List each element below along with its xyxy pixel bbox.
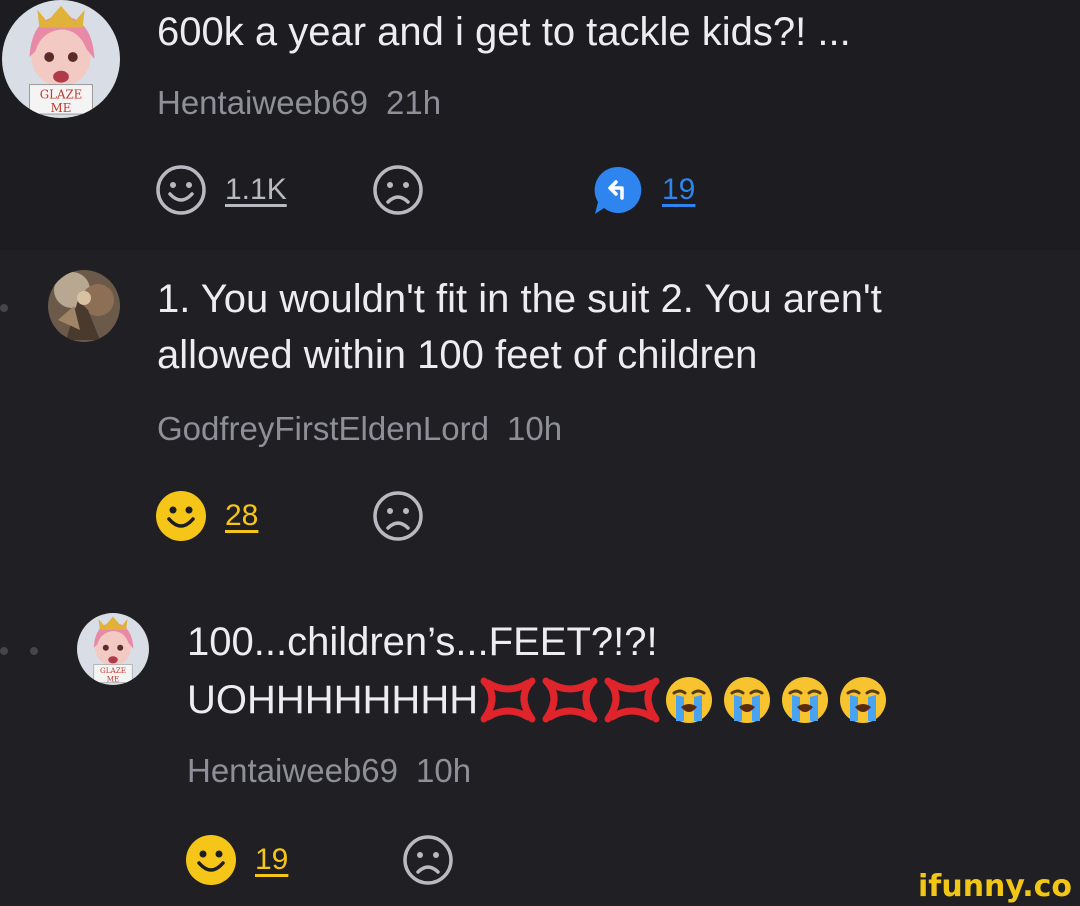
svg-text:ME: ME xyxy=(107,674,120,683)
post-smile-button[interactable]: 1.1K xyxy=(155,164,287,216)
comment-text-line: allowed within 100 feet of children xyxy=(157,333,758,377)
thread-depth-dot xyxy=(30,647,38,655)
frown-icon[interactable] xyxy=(372,164,424,216)
frown-icon[interactable] xyxy=(372,490,424,542)
comment-meta: GodfreyFirstEldenLord 10h xyxy=(157,410,562,448)
crying-emoji xyxy=(840,677,887,724)
comment-author-avatar[interactable] xyxy=(48,270,120,342)
smile-filled-icon xyxy=(186,835,236,885)
post-smile-count: 1.1K xyxy=(225,173,287,206)
comment-author-name[interactable]: GodfreyFirstEldenLord xyxy=(157,410,489,447)
svg-text:GLAZE: GLAZE xyxy=(100,666,126,675)
crying-emoji xyxy=(666,677,713,724)
post-meta: Hentaiweeb69 21h xyxy=(157,84,441,122)
post-author-avatar[interactable]: GLAZE ME xyxy=(2,0,120,118)
post-time: 21h xyxy=(386,84,442,121)
comment-smile-count: 28 xyxy=(225,499,259,532)
anger-emoji xyxy=(480,677,536,723)
ifunny-watermark: ifunny.co xyxy=(918,869,1072,904)
anger-emoji xyxy=(604,677,660,723)
svg-text:ME: ME xyxy=(51,101,72,115)
avatar-image: GLAZE ME xyxy=(77,613,149,685)
post-title: 600k a year and i get to tackle kids?! .… xyxy=(157,10,851,54)
post-reply-count: 19 xyxy=(662,173,696,206)
anger-emoji xyxy=(542,677,598,723)
comment-smile-button[interactable]: 28 xyxy=(155,490,258,542)
reply-text-line-2: UOHHHHHHHH xyxy=(187,672,896,728)
crying-emoji xyxy=(782,677,829,724)
post-header: GLAZE ME 600k a year and i get to tackle… xyxy=(0,0,1080,250)
crying-emoji xyxy=(724,677,771,724)
avatar-image xyxy=(48,270,120,342)
reply-smile-button[interactable]: 19 xyxy=(185,834,288,886)
comment-text: 1. You wouldn't fit in the suit 2. You a… xyxy=(157,271,882,383)
reply-author-avatar[interactable]: GLAZE ME xyxy=(77,613,149,685)
thread-depth-dot xyxy=(0,647,8,655)
comment-time: 10h xyxy=(506,410,563,447)
reply-meta: Hentaiweeb69 10h xyxy=(187,752,471,790)
reply-text-line: 100...children’s...FEET?!?! xyxy=(187,620,658,664)
frown-icon[interactable] xyxy=(402,834,454,886)
reply-bubble-icon xyxy=(594,166,642,214)
smile-filled-icon xyxy=(156,491,206,541)
smile-outline-icon xyxy=(156,165,206,215)
reply-time: 10h xyxy=(416,752,472,789)
reply-author-name[interactable]: Hentaiweeb69 xyxy=(187,752,398,789)
post-author-name[interactable]: Hentaiweeb69 xyxy=(157,84,368,121)
post-reply-button[interactable]: 19 xyxy=(592,164,695,216)
reply-text-shout: UOHHHHHHHH xyxy=(187,678,479,723)
comment-text-line: 1. You wouldn't fit in the suit 2. You a… xyxy=(157,277,882,321)
avatar-image: GLAZE ME xyxy=(2,0,120,118)
reply-text: 100...children’s...FEET?!?! UOHHHHHHHH xyxy=(187,614,896,728)
thread-depth-dot xyxy=(0,304,8,312)
reply-smile-count: 19 xyxy=(255,843,289,876)
svg-text:GLAZE: GLAZE xyxy=(40,87,83,101)
comments-screen: GLAZE ME 600k a year and i get to tackle… xyxy=(0,0,1080,906)
comment-thread: 1. You wouldn't fit in the suit 2. You a… xyxy=(0,250,1080,906)
